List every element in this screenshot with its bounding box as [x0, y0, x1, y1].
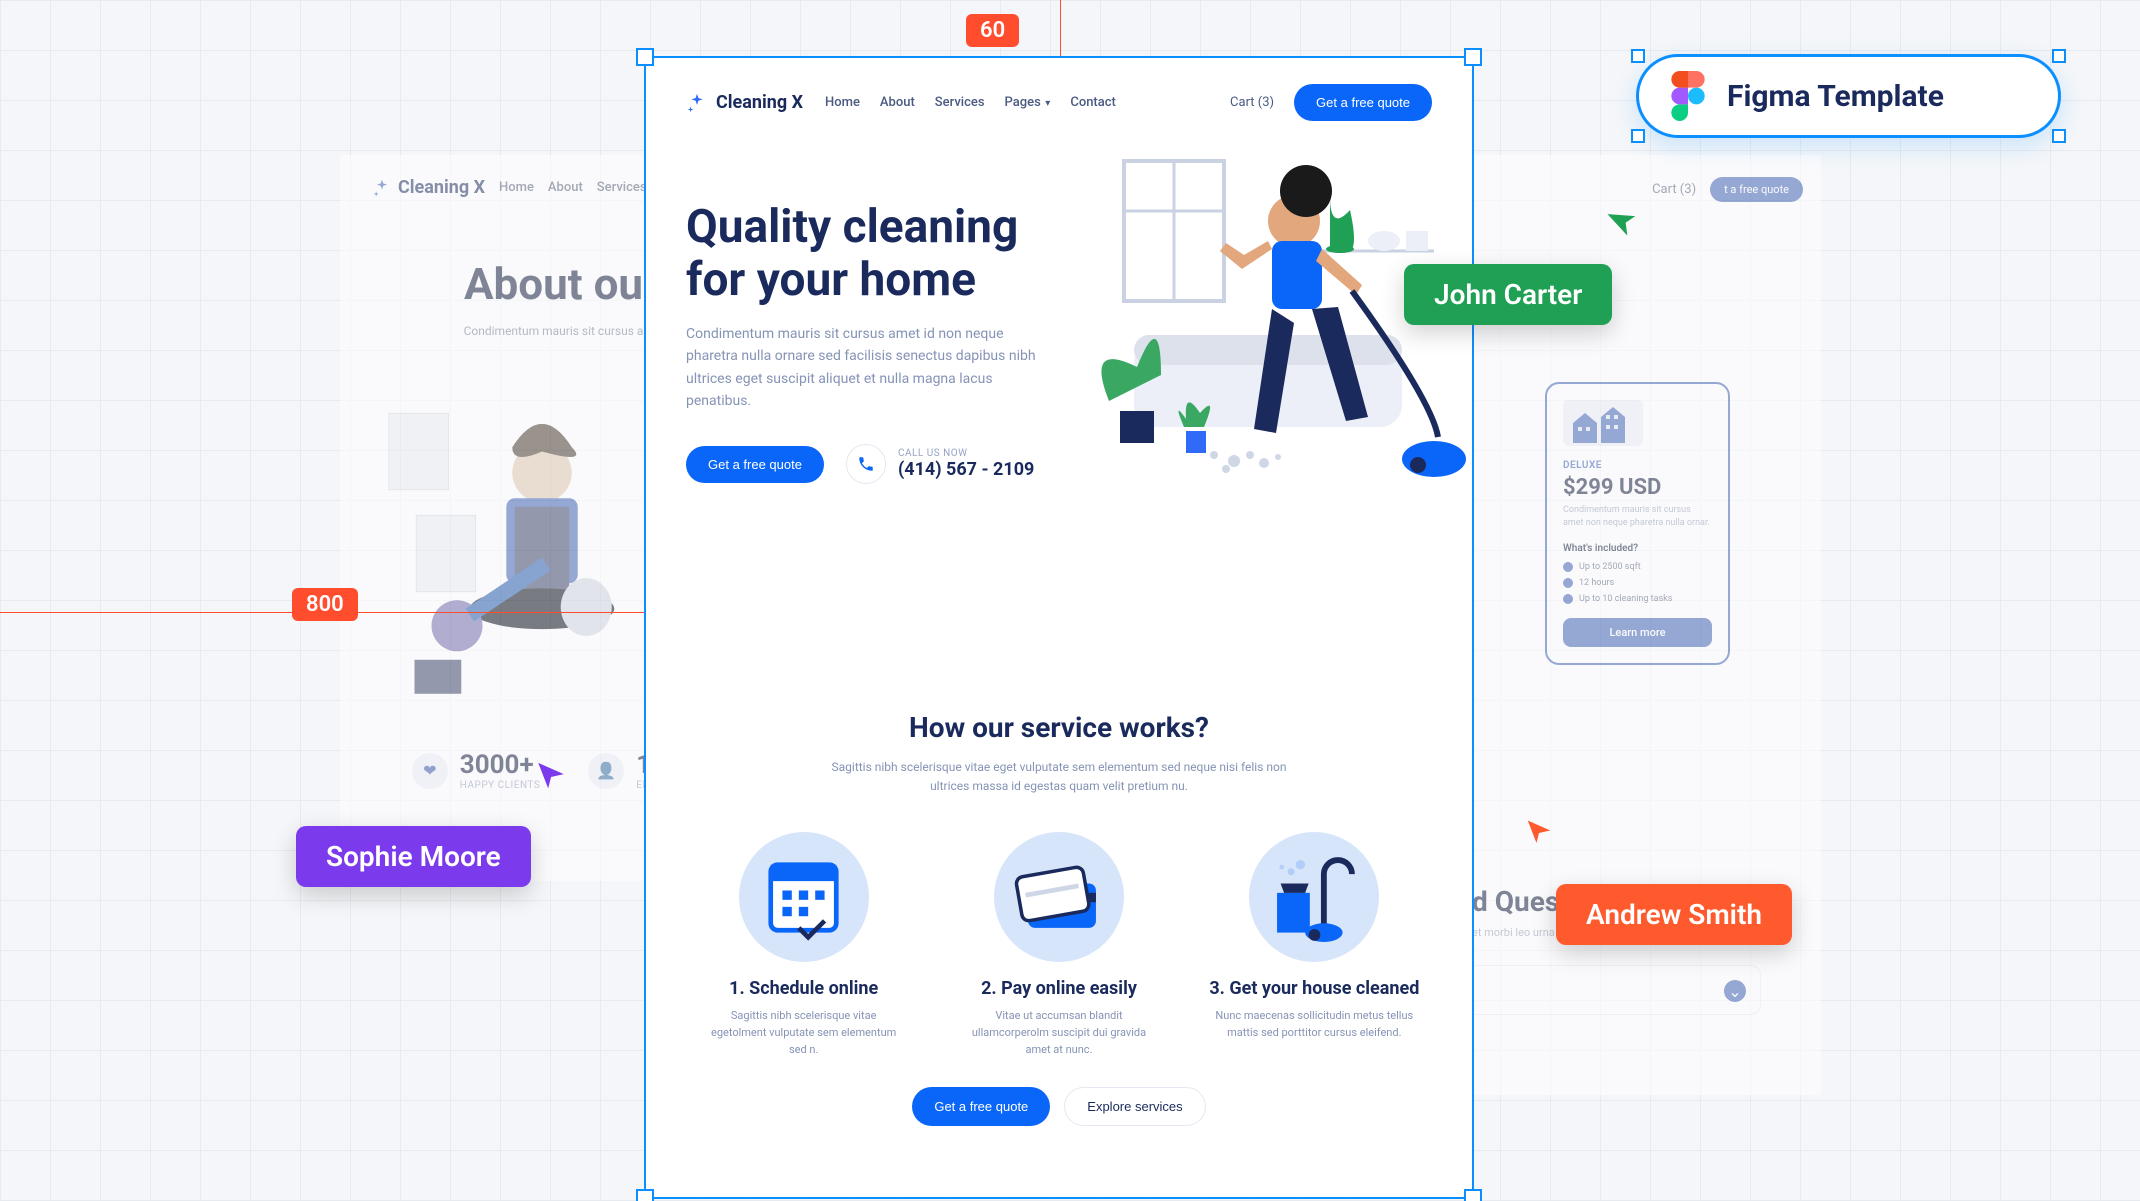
- quote-button: t a free quote: [1710, 177, 1803, 202]
- cart-link[interactable]: Cart (3): [1230, 95, 1274, 110]
- frame-content: Cleaning X Home About Services Pages ▾ C…: [646, 58, 1472, 1197]
- explore-button[interactable]: Explore services: [1064, 1087, 1205, 1126]
- figma-template-badge[interactable]: Figma Template: [1636, 54, 2061, 138]
- collaborator-pill-john[interactable]: John Carter: [1404, 264, 1612, 325]
- included-item: Up to 10 cleaning tasks: [1563, 594, 1712, 604]
- dimension-badge-left: 800: [292, 588, 358, 621]
- chevron-down-icon: ▾: [1043, 98, 1051, 109]
- service-desc: Nunc maecenas sollicitudin metus tellus …: [1214, 1007, 1414, 1041]
- nav-home[interactable]: Home: [825, 95, 860, 110]
- brand-text: Cleaning X: [398, 177, 485, 198]
- service-card: 1. Schedule online Sagittis nibh sceleri…: [686, 832, 921, 1058]
- credit-card-icon: [994, 832, 1124, 962]
- resize-handle[interactable]: [2052, 129, 2066, 143]
- selected-frame[interactable]: Cleaning X Home About Services Pages ▾ C…: [644, 56, 1474, 1199]
- collaborator-pill-andrew[interactable]: Andrew Smith: [1556, 884, 1792, 945]
- brand: Cleaning X: [372, 177, 485, 198]
- hero-title: Quality cleaning for your home: [686, 201, 1064, 307]
- pricing-tier: DELUXE: [1563, 460, 1712, 471]
- nav-home: Home: [499, 180, 534, 195]
- nav: Cart (3) t a free quote: [1454, 177, 1821, 202]
- service-title: 1. Schedule online: [686, 978, 921, 999]
- dimension-badge-top: 60: [966, 14, 1019, 47]
- quote-button[interactable]: Get a free quote: [912, 1087, 1050, 1126]
- nav-contact[interactable]: Contact: [1070, 95, 1116, 110]
- brand-text: Cleaning X: [716, 92, 803, 113]
- service-desc: Vitae ut accumsan blandit ullamcorperolm…: [959, 1007, 1159, 1058]
- brand[interactable]: Cleaning X: [686, 92, 803, 114]
- services-subheading: Sagittis nibh scelerisque vitae eget vul…: [814, 758, 1304, 796]
- service-card: 2. Pay online easily Vitae ut accumsan b…: [941, 832, 1176, 1058]
- nav-about[interactable]: About: [880, 95, 915, 110]
- nav: Cleaning X Home About Services Pages ▾ C…: [686, 84, 1432, 121]
- heart-icon: ❤: [412, 753, 448, 789]
- nav-right: Cart (3) Get a free quote: [1230, 84, 1432, 121]
- services-grid: 1. Schedule online Sagittis nibh sceleri…: [686, 832, 1432, 1058]
- stat-value: 3000+: [460, 750, 540, 780]
- user-icon: 👤: [588, 753, 624, 789]
- sparkle-icon: [686, 92, 708, 114]
- service-desc: Sagittis nibh scelerisque vitae egetolme…: [704, 1007, 904, 1058]
- collaborator-pill-sophie[interactable]: Sophie Moore: [296, 826, 531, 887]
- chevron-down-icon: ⌄: [1724, 980, 1746, 1002]
- nav-pages[interactable]: Pages ▾: [1005, 95, 1051, 110]
- cursor-icon: [1524, 818, 1554, 852]
- pricing-card: DELUXE $299 USD Condimentum mauris sit c…: [1545, 382, 1730, 665]
- sparkle-icon: [372, 178, 392, 198]
- hero: Quality cleaning for your home Condiment…: [686, 201, 1432, 541]
- included-heading: What's included?: [1563, 543, 1712, 554]
- nav-services: Services: [597, 180, 647, 195]
- services-section: How our service works? Sagittis nibh sce…: [686, 711, 1432, 1126]
- services-cta: Get a free quote Explore services: [686, 1087, 1432, 1126]
- phone-number: (414) 567 - 2109: [898, 459, 1034, 480]
- service-card: 3. Get your house cleaned Nunc maecenas …: [1197, 832, 1432, 1058]
- hero-description: Condimentum mauris sit cursus amet id no…: [686, 323, 1046, 413]
- nav-links: Home About Services Pages ▾ Contact: [825, 95, 1116, 110]
- resize-handle[interactable]: [1631, 49, 1645, 63]
- learn-more-button: Learn more: [1563, 618, 1712, 647]
- pricing-price: $299 USD: [1563, 475, 1712, 500]
- cart-link: Cart (3): [1652, 182, 1696, 197]
- hero-cta: Get a free quote CALL US NOW (414) 567 -…: [686, 444, 1064, 484]
- service-title: 2. Pay online easily: [941, 978, 1176, 999]
- quote-button[interactable]: Get a free quote: [686, 446, 824, 483]
- resize-handle[interactable]: [2052, 49, 2066, 63]
- resize-handle[interactable]: [1631, 129, 1645, 143]
- buildings-icon: [1563, 400, 1643, 446]
- phone-icon: [846, 444, 886, 484]
- cleaning-icon: [1249, 832, 1379, 962]
- stat-item: ❤ 3000+ HAPPY CLIENTS: [412, 750, 540, 791]
- call-us[interactable]: CALL US NOW (414) 567 - 2109: [846, 444, 1034, 484]
- figma-badge-label: Figma Template: [1727, 79, 1944, 114]
- phone-label: CALL US NOW: [898, 448, 1034, 459]
- quote-button[interactable]: Get a free quote: [1294, 84, 1432, 121]
- cursor-icon: [534, 760, 568, 798]
- ruler-vertical: [1060, 0, 1061, 56]
- nav-about: About: [548, 180, 583, 195]
- services-heading: How our service works?: [686, 711, 1432, 744]
- figma-logo-icon: [1671, 71, 1705, 121]
- stat-label: HAPPY CLIENTS: [460, 780, 540, 791]
- nav-services[interactable]: Services: [935, 95, 985, 110]
- pricing-desc: Condimentum mauris sit cursus amet non n…: [1563, 504, 1712, 529]
- service-title: 3. Get your house cleaned: [1197, 978, 1432, 999]
- hero-illustration: [1084, 201, 1432, 541]
- calendar-icon: [739, 832, 869, 962]
- included-item: Up to 2500 sqft: [1563, 562, 1712, 572]
- hero-text: Quality cleaning for your home Condiment…: [686, 201, 1064, 541]
- included-item: 12 hours: [1563, 578, 1712, 588]
